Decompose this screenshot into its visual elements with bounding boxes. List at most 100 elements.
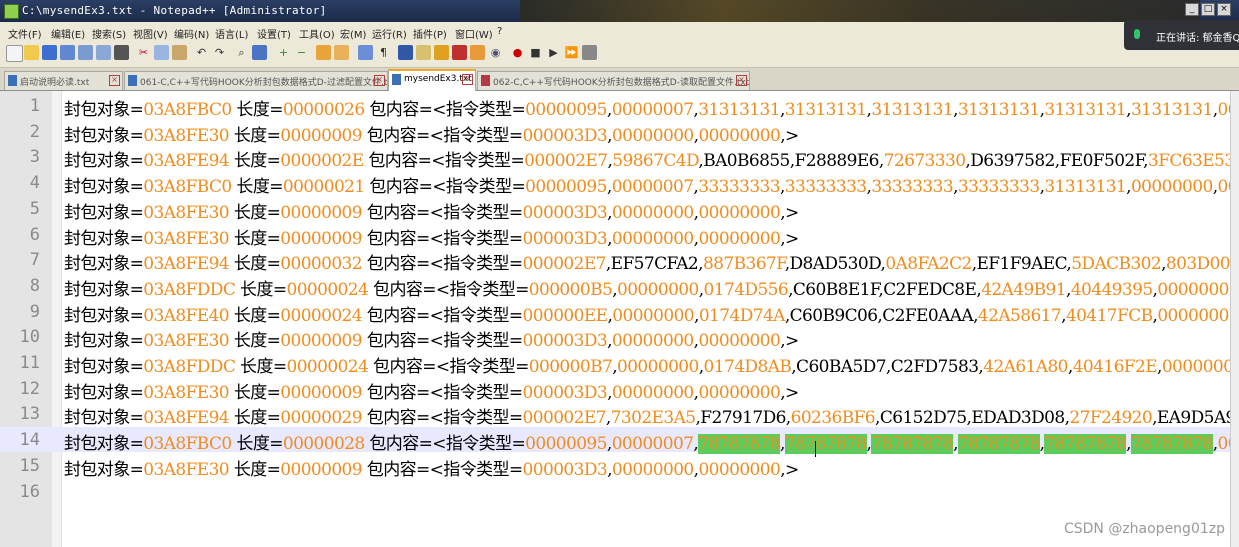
text-token: 包内容=<指令类型=	[362, 254, 523, 275]
line-text: 封包对象=03A8FBC0 长度=00000021 包内容=<指令类型=0000…	[64, 172, 1231, 197]
paste-icon[interactable]	[172, 45, 187, 60]
menu-search[interactable]: 搜索(S)	[92, 26, 126, 41]
line-number: 10	[19, 327, 40, 348]
editor-line[interactable]: 2 封包对象=03A8FE30 长度=00000009 包内容=<指令类型=000…	[0, 119, 1231, 146]
sync-horizontal-icon[interactable]	[334, 45, 349, 60]
voice-call-overlay[interactable]: 正在讲话: 郁金香QQ	[1124, 20, 1239, 50]
text-token: 封包对象=	[64, 151, 144, 172]
text-token: 封包对象=	[64, 382, 144, 403]
vertical-scrollbar[interactable]	[1230, 91, 1239, 547]
redo-icon[interactable]: ↷	[212, 45, 227, 60]
editor-line[interactable]: 15 封包对象=03A8FE30 长度=00000009 包内容=<指令类型=00…	[0, 453, 1231, 480]
hex-number: 000003D3	[522, 228, 608, 249]
editor-line[interactable]: 12 封包对象=03A8FE30 长度=00000009 包内容=<指令类型=00…	[0, 376, 1231, 403]
play-macro-icon[interactable]: ▶	[546, 45, 561, 60]
hex-number: 00000000	[698, 331, 781, 352]
tab-061-filter-config[interactable]: 061-C,C++写代码HOOK分析封包数据格式D-过滤配置文件.txt ×	[124, 71, 388, 90]
hex-number: 31313131	[871, 100, 954, 120]
menu-encoding[interactable]: 编码(N)	[174, 26, 209, 41]
menu-help[interactable]: ?	[497, 26, 502, 37]
function-list-icon[interactable]	[452, 45, 467, 60]
hex-number: 03A8FE94	[143, 151, 230, 172]
editor-line[interactable]: 3 封包对象=03A8FE94 长度=0000002E 包内容=<指令类型=000…	[0, 144, 1231, 172]
hex-number: 03A8FDDC	[143, 357, 236, 377]
text-token: 长度=	[235, 279, 287, 300]
menu-settings[interactable]: 设置(T)	[257, 26, 291, 41]
undo-icon[interactable]: ↶	[194, 45, 209, 60]
editor-line[interactable]: 7 封包对象=03A8FE94 长度=00000032 包内容=<指令类型=000…	[0, 247, 1231, 275]
tab-readme[interactable]: 启动说明必读.txt ×	[4, 71, 123, 90]
sync-vertical-icon[interactable]	[316, 45, 331, 60]
minimize-button[interactable]: _	[1185, 3, 1199, 16]
line-text: 封包对象=03A8FE30 长度=00000009 包内容=<指令类型=0000…	[64, 455, 799, 480]
editor-line[interactable]: 11 封包对象=03A8FDDC 长度=00000024 包内容=<指令类型=00…	[0, 350, 1231, 377]
show-all-chars-icon[interactable]: ¶	[376, 45, 391, 60]
hex-number: 00000000	[611, 228, 694, 249]
indent-guide-icon[interactable]	[398, 45, 413, 60]
editor-line[interactable]: 1 封包对象=03A8FBC0 长度=00000026 包内容=<指令类型=000…	[0, 93, 1231, 120]
open-file-icon[interactable]	[24, 45, 39, 60]
replace-icon[interactable]	[252, 45, 267, 60]
hex-number: 00000028	[282, 434, 365, 455]
close-tab-icon[interactable]: ×	[374, 75, 385, 86]
line-number: 8	[29, 275, 40, 296]
editor-line[interactable]: 5 封包对象=03A8FE30 长度=00000009 包内容=<指令类型=000…	[0, 196, 1231, 223]
menu-window[interactable]: 窗口(W)	[455, 26, 493, 41]
stop-macro-icon[interactable]: ■	[528, 45, 543, 60]
editor-line[interactable]: 10 封包对象=03A8FE30 长度=00000009 包内容=<指令类型=00…	[0, 324, 1231, 352]
folder-workspace-icon[interactable]	[470, 45, 485, 60]
close-tab-icon[interactable]: ×	[462, 74, 473, 85]
maximize-button[interactable]: □	[1201, 3, 1215, 16]
text-editor[interactable]: 1 封包对象=03A8FBC0 长度=00000026 包内容=<指令类型=000…	[0, 91, 1231, 547]
menu-language[interactable]: 语言(L)	[215, 26, 248, 41]
editor-line[interactable]: 9 封包对象=03A8FE40 长度=00000024 包内容=<指令类型=000…	[0, 299, 1231, 326]
find-icon[interactable]: ⌕	[234, 45, 249, 60]
monitoring-icon[interactable]: ◉	[488, 45, 503, 60]
editor-line[interactable]: 8 封包对象=03A8FDDC 长度=00000024 包内容=<指令类型=000…	[0, 273, 1231, 300]
menu-file[interactable]: 文件(F)	[8, 26, 42, 41]
editor-line[interactable]: 14 封包对象=03A8FBC0 长度=00000028 包内容=<指令类型=00…	[0, 427, 1231, 455]
run-macro-multiple-icon[interactable]: ⏩	[564, 45, 579, 60]
save-macro-icon[interactable]	[582, 45, 597, 60]
close-file-icon[interactable]	[78, 45, 93, 60]
hex-number: 31313131	[1130, 100, 1213, 120]
hex-number: 887B367F	[702, 254, 785, 275]
hex-number: 00000009	[280, 331, 362, 352]
menu-run[interactable]: 运行(R)	[372, 26, 407, 41]
hex-number: 72673330	[883, 151, 966, 172]
menu-edit[interactable]: 编辑(E)	[51, 26, 85, 41]
hex-number: 00000000	[698, 382, 781, 403]
editor-line[interactable]: 4 封包对象=03A8FBC0 长度=00000021 包内容=<指令类型=000…	[0, 170, 1231, 197]
editor-line[interactable]: 16	[0, 479, 1231, 504]
close-all-icon[interactable]	[96, 45, 111, 60]
print-icon[interactable]	[114, 45, 129, 60]
copy-icon[interactable]	[154, 45, 169, 60]
word-wrap-icon[interactable]	[358, 45, 373, 60]
user-language-icon[interactable]	[416, 45, 431, 60]
menu-view[interactable]: 视图(V)	[133, 26, 168, 41]
menu-macro[interactable]: 宏(M)	[340, 26, 366, 41]
text-token: ,>	[780, 331, 799, 352]
zoom-out-icon[interactable]: −	[294, 45, 309, 60]
document-map-icon[interactable]	[434, 45, 449, 60]
save-all-icon[interactable]	[60, 45, 75, 60]
menu-tools[interactable]: 工具(O)	[299, 26, 335, 41]
close-button[interactable]: ×	[1217, 3, 1231, 16]
editor-line[interactable]: 13 封包对象=03A8FE94 长度=00000029 包内容=<指令类型=00…	[0, 401, 1231, 428]
menu-plugins[interactable]: 插件(P)	[413, 26, 447, 41]
hex-number: 00000024	[286, 279, 369, 300]
tab-mysendex3[interactable]: mysendEx3.txt ×	[388, 69, 476, 92]
record-macro-icon[interactable]: ●	[510, 45, 525, 60]
close-tab-icon[interactable]: ×	[109, 75, 120, 86]
save-icon[interactable]	[42, 45, 57, 60]
tab-062-read-config[interactable]: 062-C,C++写代码HOOK分析封包数据格式D-读取配置文件.txt ×	[477, 71, 750, 90]
new-file-icon[interactable]	[6, 45, 23, 62]
cut-icon[interactable]: ✂	[136, 45, 151, 60]
line-number: 14	[19, 430, 40, 451]
highlighted-match: 78787878	[698, 434, 781, 455]
zoom-in-icon[interactable]: +	[276, 45, 291, 60]
close-tab-icon[interactable]: ×	[736, 75, 747, 86]
hex-number: 000002E7	[524, 151, 608, 172]
editor-line[interactable]: 6 封包对象=03A8FE30 长度=00000009 包内容=<指令类型=000…	[0, 222, 1231, 249]
hex-number: 00000000	[1217, 177, 1231, 198]
